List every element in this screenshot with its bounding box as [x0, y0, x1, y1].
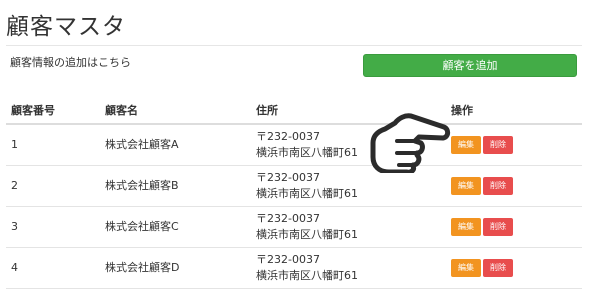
cell-customer-name: 株式会社顧客D [100, 247, 251, 289]
cell-customer-id: 4 [6, 247, 100, 289]
delete-button[interactable]: 削除 [483, 176, 513, 195]
add-customer-info-text: 顧客情報の追加はこちら [10, 56, 131, 69]
cell-customer-name: 株式会社顧客C [100, 206, 251, 248]
header-customer-id: 顧客番号 [6, 97, 100, 125]
table-row: 3 株式会社顧客C 〒232-0037 横浜市南区八幡町61 編集 削除 [6, 206, 582, 248]
edit-button[interactable]: 編集 [451, 176, 481, 195]
street-address: 横浜市南区八幡町61 [256, 227, 358, 241]
edit-button[interactable]: 編集 [451, 135, 481, 154]
table-header-row: 顧客番号 顧客名 住所 操作 [6, 97, 582, 125]
street-address: 横浜市南区八幡町61 [256, 268, 358, 282]
header-operations: 操作 [446, 97, 582, 125]
cell-customer-id: 2 [6, 165, 100, 207]
edit-button[interactable]: 編集 [451, 217, 481, 236]
delete-button[interactable]: 削除 [483, 217, 513, 236]
table-row: 4 株式会社顧客D 〒232-0037 横浜市南区八幡町61 編集 削除 [6, 247, 582, 289]
cell-operations: 編集 削除 [446, 247, 582, 289]
street-address: 横浜市南区八幡町61 [256, 186, 358, 200]
cell-customer-name: 株式会社顧客B [100, 165, 251, 207]
table-row: 1 株式会社顧客A 〒232-0037 横浜市南区八幡町61 編集 削除 [6, 124, 582, 166]
customer-table: 顧客番号 顧客名 住所 操作 1 株式会社顧客A 〒232-0037 横浜市南区… [6, 97, 582, 289]
cell-address: 〒232-0037 横浜市南区八幡町61 [251, 247, 446, 289]
page-title: 顧客マスタ [6, 14, 126, 40]
postal-code: 〒232-0037 [256, 211, 320, 225]
header-customer-name: 顧客名 [100, 97, 251, 125]
title-divider [6, 45, 582, 46]
cell-customer-id: 3 [6, 206, 100, 248]
add-customer-button[interactable]: 顧客を追加 [363, 54, 577, 77]
cell-customer-id: 1 [6, 124, 100, 166]
cell-address: 〒232-0037 横浜市南区八幡町61 [251, 206, 446, 248]
pointing-hand-icon [370, 113, 451, 173]
delete-button[interactable]: 削除 [483, 258, 513, 277]
cell-customer-name: 株式会社顧客A [100, 124, 251, 166]
edit-button[interactable]: 編集 [451, 258, 481, 277]
cell-operations: 編集 削除 [446, 165, 582, 207]
cell-operations: 編集 削除 [446, 206, 582, 248]
delete-button[interactable]: 削除 [483, 135, 513, 154]
table-row: 2 株式会社顧客B 〒232-0037 横浜市南区八幡町61 編集 削除 [6, 165, 582, 207]
postal-code: 〒232-0037 [256, 252, 320, 266]
cell-operations: 編集 削除 [446, 124, 582, 166]
